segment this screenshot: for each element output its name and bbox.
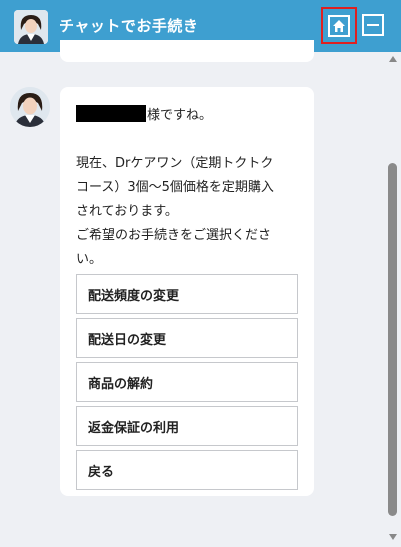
option-cancel-product-button[interactable]: 商品の解約 <box>76 362 298 402</box>
redacted-name <box>76 105 146 122</box>
home-button[interactable] <box>321 7 357 44</box>
customer-name-line: 様ですね。 <box>76 104 302 128</box>
home-icon <box>328 14 350 37</box>
scroll-up-arrow-icon[interactable] <box>389 56 397 62</box>
option-delivery-frequency-button[interactable]: 配送頻度の変更 <box>76 274 298 314</box>
previous-message-card <box>60 40 314 62</box>
message-line: ご希望のお手続きをご選択くださ <box>76 228 272 243</box>
option-back-button[interactable]: 戻る <box>76 450 298 490</box>
message-line: 現在、Drケアワン（定期トクトク <box>76 156 274 171</box>
bot-avatar <box>10 87 50 127</box>
option-refund-guarantee-button[interactable]: 返金保証の利用 <box>76 406 298 446</box>
message-line: コース）3個〜5個価格を定期購入 <box>76 180 274 195</box>
message-text: 様ですね。 現在、Drケアワン（定期トクトク コース）3個〜5個価格を定期購入 … <box>76 104 302 272</box>
minimize-button[interactable] <box>362 14 384 36</box>
scrollbar-thumb[interactable] <box>388 163 397 516</box>
message-line: い。 <box>76 252 103 267</box>
message-line: されております。 <box>76 204 178 219</box>
minimize-icon <box>367 24 379 26</box>
option-delivery-date-button[interactable]: 配送日の変更 <box>76 318 298 358</box>
chat-title: チャットでお手続き <box>59 17 199 35</box>
header-avatar <box>14 10 48 44</box>
scroll-down-arrow-icon[interactable] <box>389 534 397 540</box>
chat-widget: チャットでお手続き 様ですね。 現在、Drケアワン（定期トクトク コース）3個〜… <box>0 0 401 547</box>
